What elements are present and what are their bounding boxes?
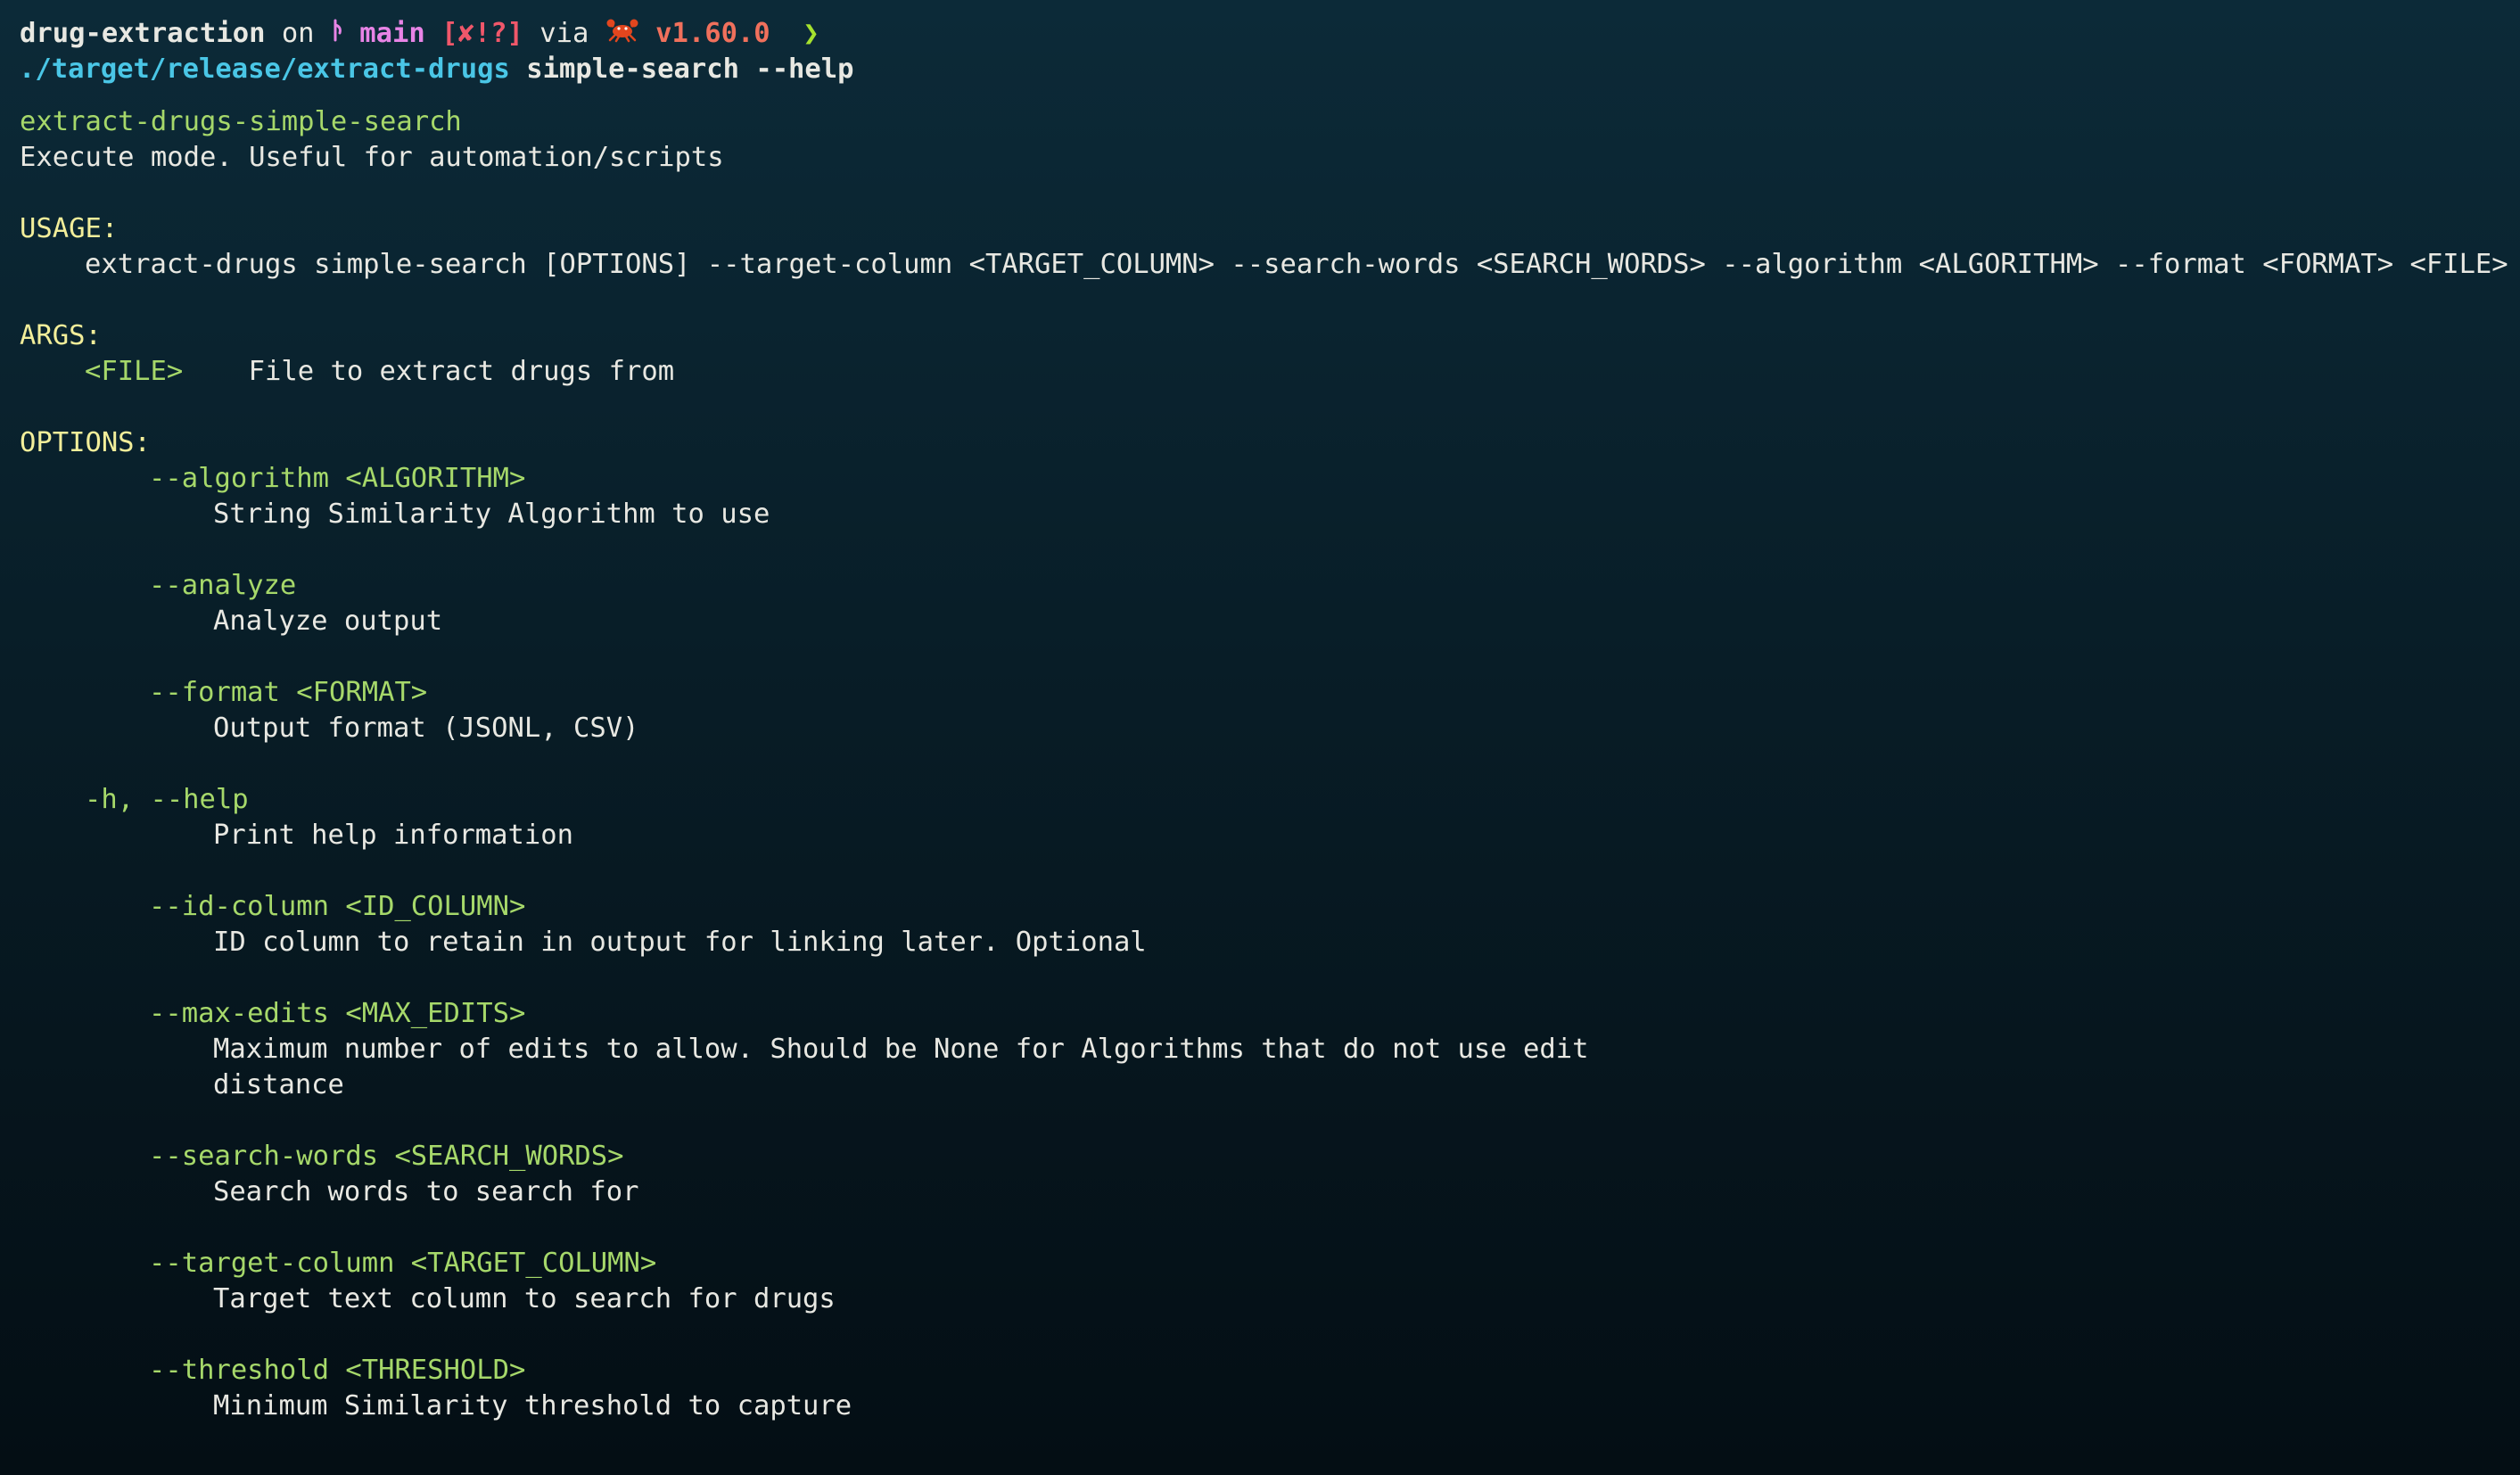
option-description: Analyze output — [213, 606, 443, 637]
option-description-continued: distance — [213, 1069, 344, 1100]
arg-description: File to extract drugs from — [248, 356, 675, 387]
terminal-window[interactable]: drug-extraction on main [✘!?] via v1.60.… — [0, 0, 2520, 1475]
option-description: Search words to search for — [213, 1176, 639, 1207]
option-flag: --analyze — [149, 570, 297, 601]
option-description: ID column to retain in output for linkin… — [213, 927, 1147, 958]
help-description: Execute mode. Useful for automation/scri… — [20, 142, 724, 173]
prompt-via-word: via — [523, 18, 605, 49]
option-flag: --threshold <THRESHOLD> — [149, 1355, 526, 1386]
prompt-git-status: [✘!?] — [424, 18, 523, 49]
option-flag: --id-column <ID_COLUMN> — [149, 891, 526, 922]
usage-line: extract-drugs simple-search [OPTIONS] --… — [85, 249, 2508, 280]
options-heading: OPTIONS: — [20, 427, 151, 458]
prompt-symbol: ❯ — [803, 18, 819, 49]
args-heading: ARGS: — [20, 320, 102, 351]
git-branch-icon — [331, 17, 343, 53]
command-line[interactable]: ./target/release/extract-drugs simple-se… — [19, 52, 2520, 87]
arg-row: <FILE> File to extract drugs from — [20, 354, 2520, 390]
option-threshold: --threshold <THRESHOLD> Minimum Similari… — [20, 1353, 2520, 1424]
usage-heading: USAGE: — [20, 213, 119, 244]
option-flag: --target-column <TARGET_COLUMN> — [149, 1248, 657, 1279]
prompt-rust-version: v1.60.0 — [655, 18, 770, 49]
option-description: String Similarity Algorithm to use — [213, 499, 770, 530]
option-max-edits: --max-edits <MAX_EDITS> Maximum number o… — [20, 996, 2520, 1103]
option-format: --format <FORMAT> Output format (JSONL, … — [20, 675, 2520, 746]
shell-prompt-line: drug-extraction on main [✘!?] via v1.60.… — [20, 16, 2520, 52]
option-search-words: --search-words <SEARCH_WORDS> Search wor… — [20, 1139, 2520, 1210]
option-flag: --max-edits <MAX_EDITS> — [149, 998, 526, 1029]
option-id-column: --id-column <ID_COLUMN> ID column to ret… — [20, 889, 2520, 960]
option-target-column: --target-column <TARGET_COLUMN> Target t… — [20, 1246, 2520, 1317]
option-analyze: --analyze Analyze output — [20, 568, 2520, 639]
option-description: Maximum number of edits to allow. Should… — [213, 1034, 1589, 1065]
help-program-name: extract-drugs-simple-search — [20, 106, 462, 137]
arg-name: <FILE> — [85, 356, 184, 387]
option-description: Minimum Similarity threshold to capture — [213, 1390, 852, 1421]
prompt-on-word: on — [265, 18, 331, 49]
command-path: ./target/release/extract-drugs — [19, 54, 510, 85]
option-flag: -h, --help — [85, 784, 249, 815]
option-flag: --format <FORMAT> — [149, 677, 428, 708]
option-description: Output format (JSONL, CSV) — [213, 713, 639, 744]
option-flag: --search-words <SEARCH_WORDS> — [149, 1141, 624, 1172]
rust-crab-icon — [605, 16, 639, 53]
option-description: Print help information — [213, 820, 573, 851]
option-flag: --algorithm <ALGORITHM> — [149, 463, 526, 494]
prompt-branch: main — [359, 18, 425, 49]
option-help: -h, --help Print help information — [20, 782, 2520, 853]
option-description: Target text column to search for drugs — [213, 1283, 836, 1314]
command-args: simple-search --help — [509, 54, 854, 85]
option-algorithm: --algorithm <ALGORITHM> String Similarit… — [20, 461, 2520, 532]
prompt-directory: drug-extraction — [20, 18, 266, 49]
